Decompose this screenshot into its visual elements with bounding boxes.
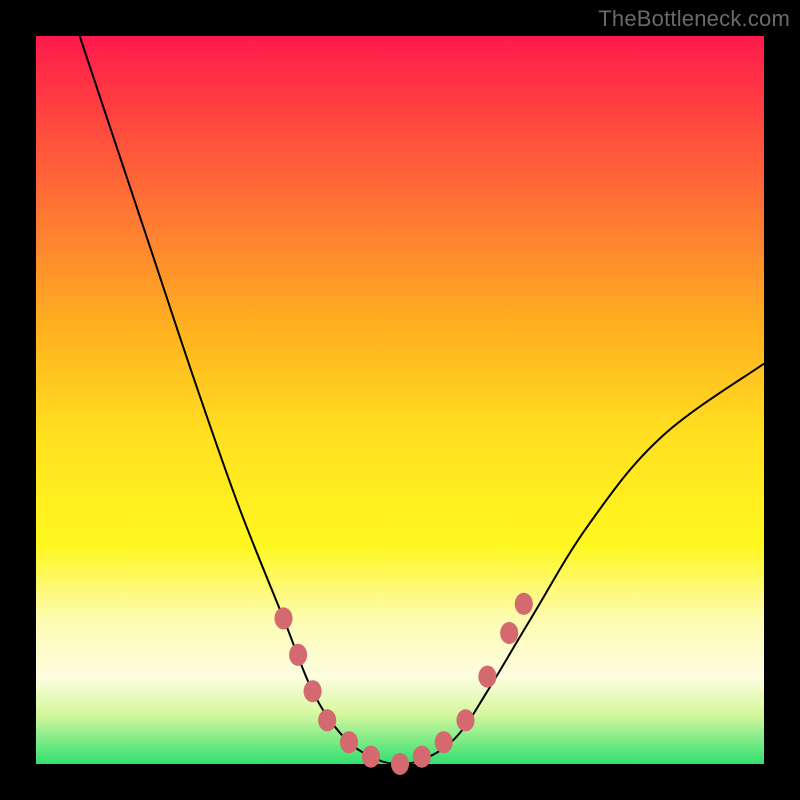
highlight-dot xyxy=(304,680,322,702)
highlight-dot xyxy=(457,709,475,731)
highlight-dot xyxy=(362,746,380,768)
watermark-text: TheBottleneck.com xyxy=(598,6,790,32)
highlight-dot xyxy=(413,746,431,768)
highlight-dot xyxy=(275,607,293,629)
highlight-dot xyxy=(500,622,518,644)
bottleneck-curve xyxy=(80,36,764,764)
highlight-dot xyxy=(391,753,409,775)
highlight-dots xyxy=(275,593,533,775)
highlight-dot xyxy=(340,731,358,753)
chart-svg xyxy=(36,36,764,764)
highlight-dot xyxy=(318,709,336,731)
highlight-dot xyxy=(515,593,533,615)
highlight-dot xyxy=(478,666,496,688)
highlight-dot xyxy=(289,644,307,666)
highlight-dot xyxy=(435,731,453,753)
chart-plot-area xyxy=(36,36,764,764)
